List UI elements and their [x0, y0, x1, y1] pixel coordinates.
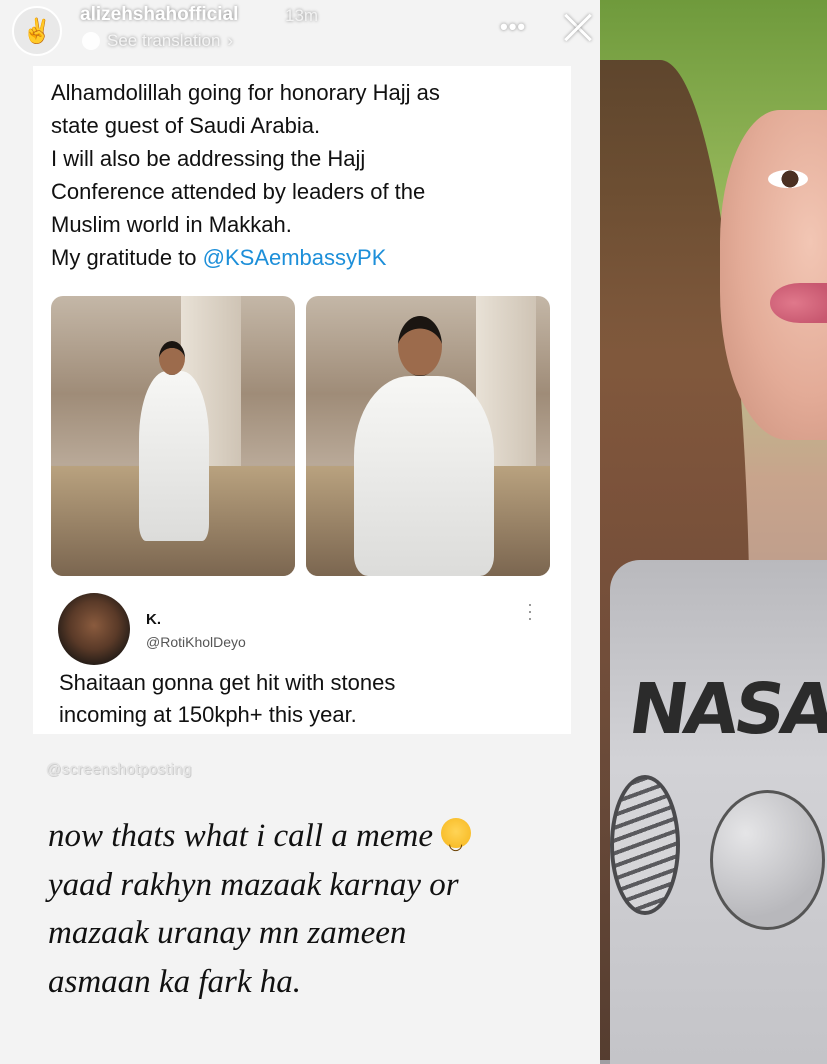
eye-shape [768, 170, 808, 188]
see-translation-label: See translation [107, 31, 221, 50]
reply-avatar[interactable] [58, 593, 130, 665]
lips-shape [770, 283, 827, 323]
story-panel: ✌ alizehshahofficial 13m See translation… [0, 0, 600, 1064]
tweet-line-text: My gratitude to [51, 245, 203, 270]
see-translation-link[interactable]: See translation › [82, 31, 233, 51]
moon-graphic [710, 790, 825, 930]
caption-line-text: now thats what i call a meme [48, 818, 442, 854]
tweet-photo-right[interactable] [306, 296, 550, 576]
story-header: ✌ alizehshahofficial 13m See translation… [0, 0, 600, 60]
reply-line: incoming at 150kph+ this year. [59, 702, 357, 727]
watermark: @screenshotposting [46, 761, 192, 778]
tweet-line: Conference attended by leaders of the [51, 179, 426, 204]
tweet-line: state guest of Saudi Arabia. [51, 113, 321, 138]
planet-graphic [610, 775, 680, 915]
caption-line: now thats what i call a meme [48, 812, 588, 869]
tweet-line: I will also be addressing the Hajj [51, 146, 366, 171]
post-time: 13m [285, 6, 319, 25]
caption-line: mazaak uranay mn zameen [48, 915, 407, 951]
chevron-right-icon: › [227, 31, 234, 50]
caption-line: asmaan ka fark ha. [48, 963, 301, 1000]
vertical-more-icon[interactable]: · · · [525, 595, 535, 627]
profile-avatar[interactable]: ✌ [12, 6, 62, 56]
shirt-logo-text: NASA [624, 668, 827, 750]
reply-name[interactable]: K. [146, 611, 161, 628]
tweet-line: Muslim world in Makkah. [51, 212, 292, 237]
more-options-button[interactable]: ••• [500, 14, 526, 40]
reply-handle[interactable]: @RotiKholDeyo [146, 634, 246, 650]
reply-text: Shaitaan gonna get hit with stones incom… [59, 667, 559, 731]
close-button[interactable] [558, 8, 598, 48]
side-photo: NASA [600, 0, 827, 1064]
tweet-line: Alhamdolillah going for honorary Hajj as [51, 80, 440, 105]
username[interactable]: alizehshahofficial [80, 4, 238, 26]
smiling-face-emoji-icon [441, 818, 472, 869]
story-caption: now thats what i call a meme yaad rakhyn… [48, 812, 588, 1006]
tweet-card: Alhamdolillah going for honorary Hajj as… [33, 66, 571, 734]
mention-link[interactable]: @KSAembassyPK [203, 245, 387, 270]
person-silhouette-icon: ✌ [22, 17, 52, 45]
caption-line: yaad rakhyn mazaak karnay or [48, 866, 459, 903]
tweet-photo-left[interactable] [51, 296, 295, 576]
translate-icon [82, 32, 100, 50]
tweet-text: Alhamdolillah going for honorary Hajj as… [51, 76, 561, 274]
tweet-line: My gratitude to @KSAembassyPK [51, 241, 561, 274]
reply-line: Shaitaan gonna get hit with stones [59, 670, 396, 695]
